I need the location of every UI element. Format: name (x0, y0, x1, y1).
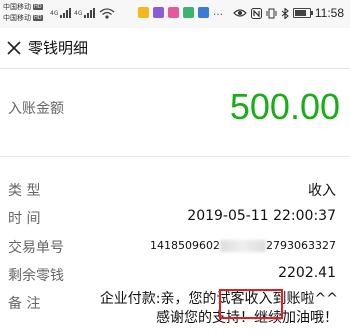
signal-icon: 4G 4G (50, 7, 120, 22)
wifi-icon (99, 8, 115, 19)
remark-label: 备 注 (8, 296, 41, 312)
app-icon-blue (198, 7, 209, 18)
type-value: 收入 (308, 183, 336, 199)
status-right: 11:58 (233, 6, 344, 20)
eye-icon (233, 9, 247, 17)
remark-value: 企业付款:亲，您的试客收入到账啦^^ 感谢您的支持！继续加油哦！ (78, 290, 338, 328)
order-number[interactable]: 1418509602 2793063327 (150, 239, 336, 252)
battery-icon (292, 8, 313, 18)
balance-value: 2202.41 (278, 265, 336, 281)
redacted-segment (220, 240, 266, 252)
status-time: 11:58 (314, 6, 344, 20)
amount-label: 入账金额 (8, 101, 64, 117)
time-value: 2019-05-11 22:00:37 (187, 208, 336, 224)
carrier-name-2: 中国移动 (3, 14, 31, 22)
app-icon-green (183, 7, 194, 18)
hd-badge: HD (33, 15, 43, 21)
status-bar: 中国移动 HD 中国移动 HD 4G 4G … 11:58 (0, 0, 350, 28)
app-icon-purple (153, 7, 164, 18)
page-title: 零钱明细 (28, 39, 89, 57)
remark-line-1: 企业付款:亲，您的试客收入到账啦^^ (99, 291, 338, 307)
carrier-label-1: 中国移动 HD (3, 3, 43, 11)
order-label: 交易单号 (8, 240, 64, 256)
app-icon-pink (168, 7, 179, 18)
order-suffix: 2793063327 (266, 239, 336, 252)
amount-value: 500.00 (229, 86, 340, 127)
order-prefix: 1418509602 (150, 239, 220, 252)
header: 零钱明细 (0, 28, 350, 69)
divider (0, 156, 350, 157)
ellipsis-icon: … (213, 7, 223, 18)
balance-label: 剩余零钱 (8, 268, 64, 284)
app-icon-yellow (138, 7, 149, 18)
bluetooth-icon (281, 7, 289, 19)
type-label: 类 型 (8, 183, 41, 199)
svg-text:4G: 4G (74, 10, 83, 17)
carrier-label-2: 中国移动 HD (3, 14, 43, 22)
close-icon[interactable] (4, 38, 24, 58)
nfc-icon (250, 7, 262, 19)
carrier-name-1: 中国移动 (3, 3, 31, 11)
highlight-annotation-box (219, 289, 283, 319)
remark-line-2: 感谢您的支持！继续加油哦！ (156, 310, 338, 326)
vibrate-icon (266, 8, 277, 18)
notification-icons: … (138, 7, 223, 18)
svg-text:4G: 4G (50, 10, 59, 17)
hd-badge: HD (33, 4, 43, 10)
time-label: 时 间 (8, 211, 41, 227)
